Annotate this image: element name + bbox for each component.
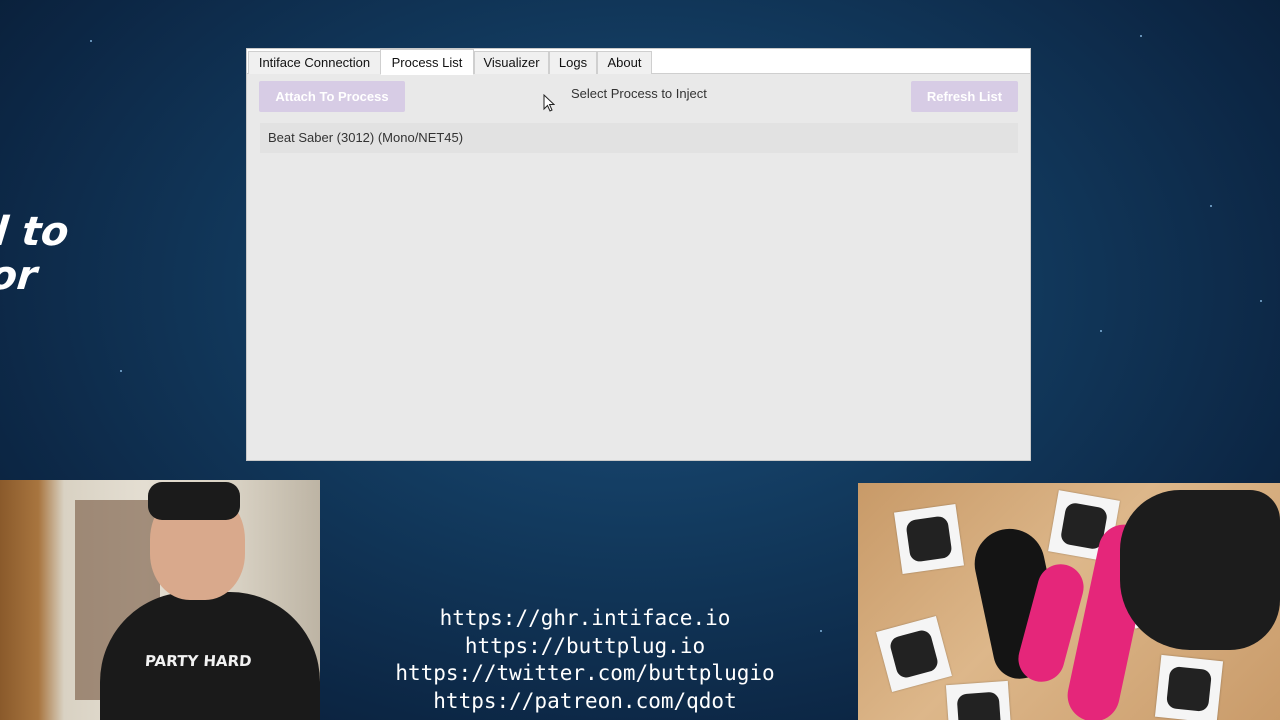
process-list-item[interactable]: Beat Saber (3012) (Mono/NET45) xyxy=(260,123,1018,153)
injector-window: Intiface Connection Process List Visuali… xyxy=(246,48,1031,461)
buttplug-sticker-image xyxy=(945,680,1013,720)
background-star xyxy=(120,370,122,372)
background-star xyxy=(1260,300,1262,302)
background-slogan-line: or xyxy=(0,253,40,299)
shirt-text: PARTY HARD xyxy=(144,652,253,670)
tab-about[interactable]: About xyxy=(597,51,652,74)
background-slogan-line: l to xyxy=(0,209,71,255)
buttplug-sticker-image xyxy=(876,616,952,692)
link-twitter: https://twitter.com/buttplugio xyxy=(395,661,775,685)
link-buttplug-io: https://buttplug.io xyxy=(464,633,706,658)
buttplug-sticker-image xyxy=(1154,654,1224,720)
buttplug-sticker-image xyxy=(893,503,965,575)
vr-headset-image xyxy=(148,482,240,520)
refresh-list-button[interactable]: Refresh List xyxy=(911,81,1018,112)
link-ghr-intiface: https://ghr.intiface.io xyxy=(439,606,731,630)
select-process-caption: Select Process to Inject xyxy=(571,86,707,101)
background-star xyxy=(90,40,92,42)
tab-visualizer[interactable]: Visualizer xyxy=(474,51,549,74)
background-star xyxy=(1140,35,1142,37)
background-slogan: l to or xyxy=(0,209,71,299)
background-star xyxy=(1210,205,1212,207)
tab-logs[interactable]: Logs xyxy=(549,51,597,74)
game-controller-image xyxy=(1120,490,1280,650)
attach-to-process-button[interactable]: Attach To Process xyxy=(259,81,405,112)
tab-bar: Intiface Connection Process List Visuali… xyxy=(247,49,1030,75)
mouse-cursor-icon xyxy=(543,94,555,112)
link-patreon: https://patreon.com/qdot xyxy=(433,688,737,713)
background-star xyxy=(820,630,822,632)
tab-intiface-connection[interactable]: Intiface Connection xyxy=(248,51,381,74)
stream-links: https://ghr.intiface.io https://buttplug… xyxy=(395,605,775,715)
tab-process-list[interactable]: Process List xyxy=(380,49,474,75)
background-star xyxy=(1100,330,1102,332)
